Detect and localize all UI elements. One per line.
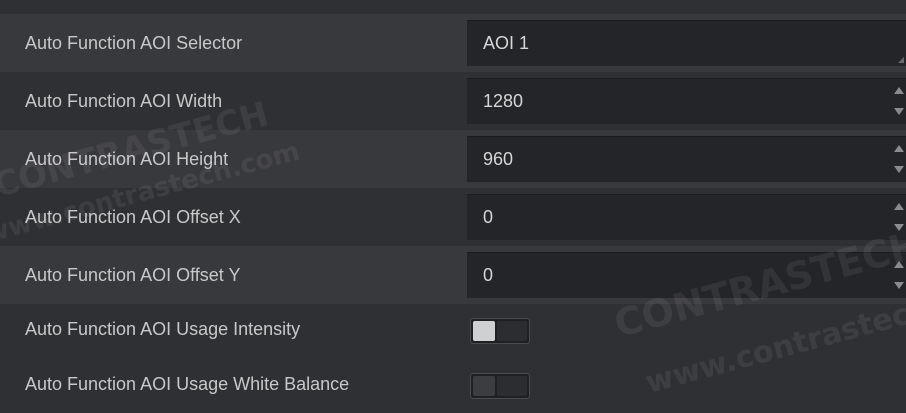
aoi-height-input[interactable]: 960 <box>467 136 906 182</box>
aoi-offset-x-input[interactable]: 0 <box>467 194 906 240</box>
spin-down-icon[interactable] <box>894 224 904 231</box>
aoi-width-input[interactable]: 1280 <box>467 78 906 124</box>
row-aoi-usage-white-balance: Auto Function AOI Usage White Balance <box>0 355 906 413</box>
spin-up-icon[interactable] <box>894 203 904 210</box>
spin-up-icon[interactable] <box>894 87 904 94</box>
spin-up-icon[interactable] <box>894 261 904 268</box>
aoi-usage-white-balance-toggle[interactable] <box>470 373 530 399</box>
aoi-usage-intensity-toggle[interactable] <box>470 318 530 344</box>
aoi-selector-combobox[interactable]: AOI 1 <box>467 20 906 66</box>
row-aoi-width: Auto Function AOI Width 1280 <box>0 72 906 130</box>
aoi-width-stepper[interactable] <box>894 83 904 119</box>
aoi-offset-y-input[interactable]: 0 <box>467 252 906 298</box>
aoi-height-stepper[interactable] <box>894 141 904 177</box>
aoi-offset-x-label: Auto Function AOI Offset X <box>25 207 241 227</box>
aoi-height-value: 960 <box>483 149 514 169</box>
row-aoi-usage-intensity: Auto Function AOI Usage Intensity <box>0 300 906 358</box>
row-aoi-offset-y: Auto Function AOI Offset Y 0 <box>0 246 906 304</box>
aoi-offset-y-label: Auto Function AOI Offset Y <box>25 265 241 285</box>
aoi-width-label: Auto Function AOI Width <box>25 91 223 111</box>
aoi-height-label: Auto Function AOI Height <box>25 149 229 169</box>
aoi-width-value: 1280 <box>483 91 524 111</box>
aoi-offset-x-stepper[interactable] <box>894 199 904 235</box>
aoi-usage-white-balance-label: Auto Function AOI Usage White Balance <box>25 374 350 394</box>
spin-down-icon[interactable] <box>894 282 904 289</box>
dropdown-corner-icon <box>898 57 904 63</box>
camera-parameter-panel: Auto Function AOI Selector AOI 1 Auto Fu… <box>0 0 906 401</box>
aoi-offset-y-value: 0 <box>483 265 494 285</box>
toggle-track <box>497 321 527 341</box>
spin-down-icon[interactable] <box>894 166 904 173</box>
aoi-selector-value: AOI 1 <box>483 33 530 53</box>
aoi-usage-intensity-label: Auto Function AOI Usage Intensity <box>25 319 301 339</box>
aoi-selector-label: Auto Function AOI Selector <box>25 33 243 53</box>
aoi-offset-x-value: 0 <box>483 207 494 227</box>
toggle-knob <box>473 376 495 396</box>
toggle-knob <box>473 321 495 341</box>
row-aoi-selector: Auto Function AOI Selector AOI 1 <box>0 14 906 72</box>
row-aoi-height: Auto Function AOI Height 960 <box>0 130 906 188</box>
row-aoi-offset-x: Auto Function AOI Offset X 0 <box>0 188 906 246</box>
toggle-track <box>497 376 527 396</box>
aoi-offset-y-stepper[interactable] <box>894 257 904 293</box>
spin-down-icon[interactable] <box>894 108 904 115</box>
spin-up-icon[interactable] <box>894 145 904 152</box>
